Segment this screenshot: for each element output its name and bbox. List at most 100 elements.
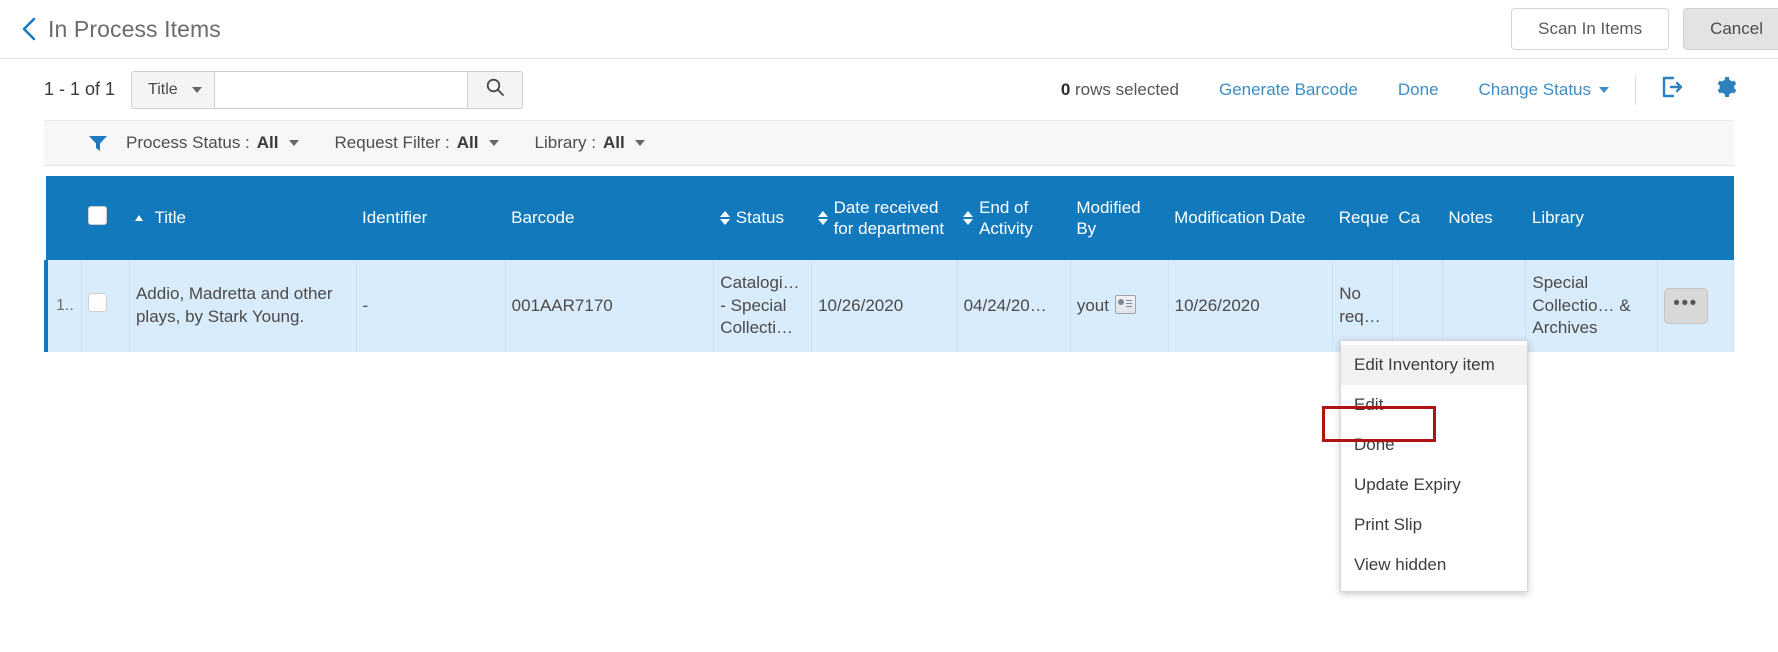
header-actions (1657, 176, 1734, 260)
filter-bar: Process Status : All Request Filter : Al… (44, 120, 1734, 166)
change-status-label: Change Status (1478, 79, 1591, 99)
search-button[interactable] (467, 71, 523, 108)
chevron-down-icon (634, 140, 645, 146)
export-button[interactable] (1660, 75, 1684, 104)
header-barcode[interactable]: Barcode (505, 176, 714, 260)
cell-requested: No req… (1332, 260, 1393, 352)
chevron-down-icon (288, 140, 299, 146)
cell-date-received: 10/26/2020 (811, 260, 958, 352)
cell-call (1392, 260, 1443, 352)
results-table: Title Identifier Barcode Status Date rec… (44, 176, 1735, 352)
chevron-down-icon (1599, 86, 1609, 93)
search-field-select[interactable]: Title (132, 71, 216, 108)
select-all-checkbox[interactable] (87, 205, 107, 225)
row-checkbox[interactable] (88, 293, 108, 313)
cell-status: Catalogi… - Special Collecti… (713, 260, 813, 352)
results-toolbar: 1 - 1 of 1 Title 0 rows selected Generat… (0, 59, 1778, 120)
results-count: 1 - 1 of 1 (44, 79, 116, 99)
generate-barcode-link[interactable]: Generate Barcode (1219, 80, 1358, 100)
header-date-received[interactable]: Date received for department (811, 176, 958, 260)
facet-process-status[interactable]: Process Status : All (126, 133, 299, 153)
header-select-all (81, 176, 130, 260)
cell-end-of-activity: 04/24/20… (957, 260, 1071, 352)
search-input[interactable] (215, 71, 468, 108)
sort-both-icon (719, 211, 730, 225)
cell-modification-date: 10/26/2020 (1168, 260, 1334, 352)
header-label: End of Activity (979, 197, 1033, 238)
header-requested[interactable]: Reque (1332, 176, 1393, 260)
scan-in-items-button[interactable]: Scan In Items (1511, 8, 1670, 50)
search-icon (485, 77, 505, 102)
header-notes[interactable]: Notes (1442, 176, 1526, 260)
page-title: In Process Items (48, 15, 221, 42)
header-library[interactable]: Library (1525, 176, 1658, 260)
facet-label: Request Filter : (334, 133, 450, 152)
cancel-button[interactable]: Cancel (1683, 8, 1778, 50)
header-actions: Scan In Items Cancel (1511, 8, 1778, 50)
cell-modified-by: yout (1070, 260, 1169, 352)
row-select-cell (81, 260, 130, 352)
sort-both-icon (817, 211, 828, 225)
export-icon (1660, 75, 1684, 104)
chevron-down-icon (488, 140, 499, 146)
toolbar-actions: 0 rows selected Generate Barcode Done Ch… (1060, 74, 1738, 105)
header-label: Ca (1398, 208, 1421, 228)
header-label: Notes (1448, 208, 1493, 228)
cell-barcode: 001AAR7170 (505, 260, 715, 352)
header-label: Identifier (362, 208, 428, 228)
menu-item-print-slip[interactable]: Print Slip (1341, 505, 1527, 545)
facet-label: Library : (534, 133, 596, 152)
table-row[interactable]: 1.. Addio, Madretta and other plays, by … (44, 260, 1735, 352)
menu-item-view-hidden[interactable]: View hidden (1341, 545, 1527, 585)
table-header-row: Title Identifier Barcode Status Date rec… (46, 176, 1734, 260)
page-header: In Process Items Scan In Items Cancel (0, 0, 1778, 59)
header-label: Barcode (511, 208, 575, 228)
header-index (46, 176, 82, 260)
rows-selected-label: rows selected (1070, 79, 1179, 99)
results-table-container: Title Identifier Barcode Status Date rec… (44, 176, 1735, 352)
cell-identifier: - (356, 260, 506, 352)
change-status-dropdown[interactable]: Change Status (1479, 80, 1609, 100)
done-link[interactable]: Done (1398, 80, 1439, 100)
facet-value: All (256, 133, 279, 152)
menu-item-edit[interactable]: Edit (1341, 385, 1527, 425)
facet-request-filter[interactable]: Request Filter : All (335, 133, 499, 153)
header-label: Status (735, 208, 784, 228)
header-modification-date[interactable]: Modification Date (1168, 176, 1333, 260)
cell-notes (1442, 260, 1527, 352)
row-index: 1.. (44, 260, 83, 352)
search-field-value: Title (148, 80, 178, 98)
header-label: Title (154, 208, 186, 228)
sort-both-icon (963, 211, 974, 225)
header-status[interactable]: Status (713, 176, 812, 260)
menu-item-edit-inventory-item[interactable]: Edit Inventory item (1341, 345, 1527, 385)
settings-button[interactable] (1714, 75, 1738, 104)
sort-asc-icon (135, 215, 144, 221)
row-actions-button[interactable]: ••• (1663, 288, 1708, 324)
menu-item-done[interactable]: Done (1341, 425, 1527, 465)
contact-card-icon (1114, 294, 1136, 314)
menu-item-update-expiry[interactable]: Update Expiry (1341, 465, 1527, 505)
header-label: Date received for department (833, 197, 945, 238)
back-button[interactable] (12, 16, 46, 42)
header-title[interactable]: Title (129, 176, 357, 260)
header-call[interactable]: Ca (1392, 176, 1443, 260)
facet-value: All (602, 133, 625, 152)
cell-title[interactable]: Addio, Madretta and other plays, by Star… (129, 260, 357, 352)
facet-value: All (456, 133, 479, 152)
header-modified-by[interactable]: Modified By (1070, 176, 1169, 260)
header-end-of-activity[interactable]: End of Activity (957, 176, 1071, 260)
cell-library: Special Collectio… & Archives (1525, 260, 1658, 352)
row-actions-menu: Edit Inventory item Edit Done Update Exp… (1340, 340, 1528, 592)
toolbar-divider (1635, 74, 1636, 105)
modified-by-value: yout (1076, 295, 1109, 315)
search-group: Title (131, 70, 524, 109)
chevron-down-icon (191, 86, 202, 93)
header-label: Modification Date (1174, 208, 1306, 228)
header-identifier[interactable]: Identifier (356, 176, 506, 260)
cell-actions: ••• (1657, 260, 1735, 352)
gear-icon (1714, 75, 1738, 104)
rows-selected-count: 0 (1060, 79, 1071, 99)
header-label: Modified By (1076, 197, 1141, 238)
facet-library[interactable]: Library : All (535, 133, 645, 153)
